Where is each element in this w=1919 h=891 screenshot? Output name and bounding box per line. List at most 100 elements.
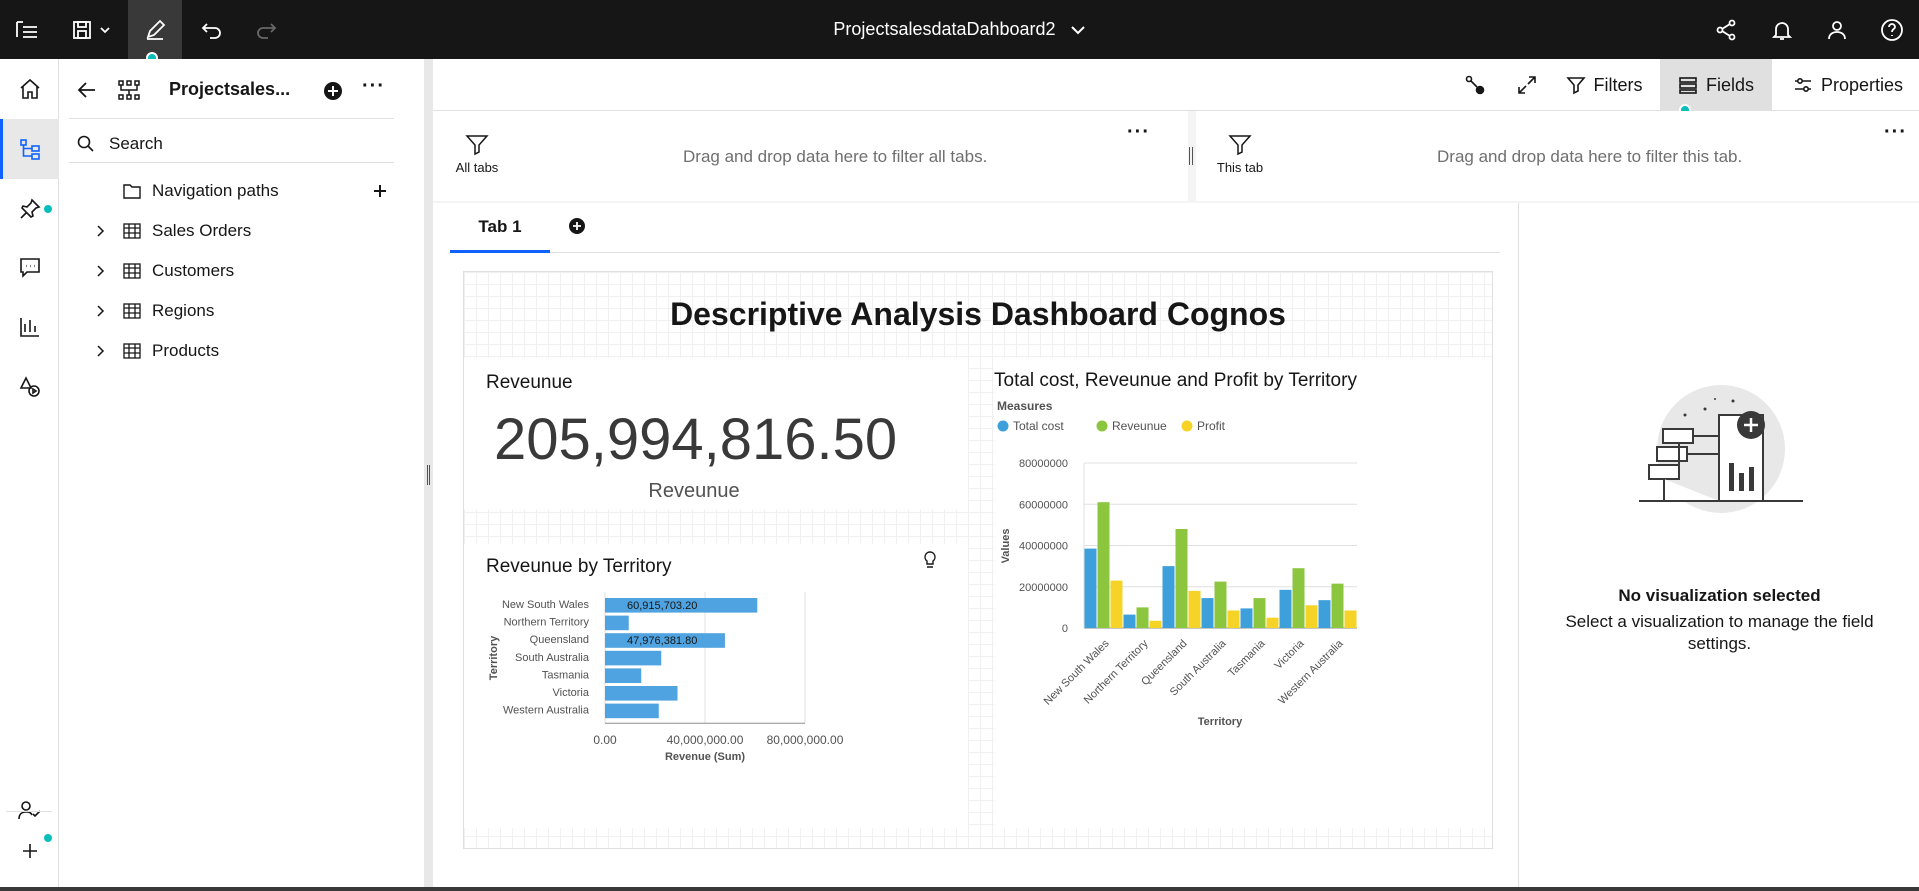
search-placeholder: Search: [109, 133, 163, 153]
edit-mode-button[interactable]: [128, 0, 182, 59]
kpi-widget[interactable]: Reveunue 205,994,816.50 Reveunue: [464, 358, 968, 510]
bar: [1214, 581, 1227, 628]
data-tree-icon[interactable]: [118, 80, 140, 100]
tree-item-sales-orders[interactable]: Sales Orders: [59, 213, 399, 249]
bar: [605, 615, 629, 631]
menu-button[interactable]: [8, 0, 48, 59]
lightbulb-icon[interactable]: [922, 550, 938, 570]
filter-icon: [1565, 77, 1586, 95]
data-sources-panel: Projectsales... ··· Search Navigation pa…: [59, 59, 424, 891]
visualizations-button[interactable]: [0, 297, 59, 357]
more-options-icon[interactable]: ···: [1127, 121, 1150, 144]
chevron-down-icon[interactable]: [1070, 24, 1086, 36]
home-button[interactable]: [0, 59, 59, 119]
x-tick-label: Western Australia: [1276, 637, 1346, 707]
splitter-handle[interactable]: [1189, 147, 1193, 165]
kpi-value: 205,994,816.50: [494, 407, 898, 472]
share-icon: [1716, 19, 1736, 40]
panel-splitter[interactable]: [424, 59, 433, 891]
filters-button[interactable]: Filters: [1555, 59, 1653, 111]
pins-indicator-dot: [42, 203, 54, 215]
properties-button[interactable]: Properties: [1783, 59, 1913, 111]
y-tick-label: Tasmania: [542, 669, 590, 681]
sliders-icon: [1794, 77, 1811, 93]
bar: [605, 686, 678, 701]
fields-button[interactable]: Fields: [1660, 59, 1772, 111]
y-tick-label: Victoria: [553, 687, 590, 699]
dashboard-toolbar: Filters Fields Properties: [433, 59, 1919, 116]
tree-item-customers[interactable]: Customers: [59, 253, 399, 289]
relationships-button[interactable]: [1453, 59, 1497, 111]
dashboard-title[interactable]: Descriptive Analysis Dashboard Cognos: [464, 272, 1492, 356]
notifications-button[interactable]: [1760, 0, 1804, 59]
tab-1[interactable]: Tab 1: [450, 203, 550, 253]
save-button[interactable]: [66, 0, 116, 59]
tree-item-label: Sales Orders: [152, 221, 252, 240]
dashboard-name[interactable]: ProjectsalesdataDahboard2: [833, 19, 1055, 40]
this-tab-filter-zone[interactable]: This tab Drag and drop data here to filt…: [1196, 111, 1919, 201]
x-tick-label: Tasmania: [1226, 637, 1268, 679]
widgets-button[interactable]: [0, 357, 59, 417]
tree-view-icon: [20, 139, 40, 160]
cost-revenue-profit-widget[interactable]: Total cost, Reveunue and Profit by Terri…: [994, 358, 1492, 828]
chevron-right-icon[interactable]: [96, 304, 106, 318]
more-options-icon[interactable]: ···: [1884, 121, 1907, 144]
add-button[interactable]: [0, 821, 59, 881]
tree-item-products[interactable]: Products: [59, 333, 399, 369]
bar: [1266, 617, 1279, 628]
filter-splitter[interactable]: [1188, 111, 1196, 201]
left-rail: [0, 59, 59, 891]
redo-button[interactable]: [246, 0, 286, 59]
tree-item-label: Customers: [152, 261, 235, 280]
all-tabs-filter-zone[interactable]: All tabs Drag and drop data here to filt…: [433, 111, 1188, 201]
plus-icon[interactable]: [372, 183, 388, 199]
panel-title: Projectsales...: [169, 79, 291, 99]
chevron-right-icon[interactable]: [96, 264, 106, 278]
add-tab-icon[interactable]: [568, 217, 586, 235]
data-label: 47,976,381.80: [627, 635, 697, 647]
help-button[interactable]: [1870, 0, 1914, 59]
bar: [1188, 590, 1201, 628]
splitter-handle[interactable]: [427, 465, 430, 485]
revenue-by-territory-widget[interactable]: Reveunue by Territory New South Wales 60,…: [464, 544, 968, 828]
fullscreen-button[interactable]: [1505, 59, 1549, 111]
bar: [1097, 502, 1110, 628]
y-axis-title: Territory: [488, 635, 500, 680]
folder-icon: [123, 184, 141, 199]
search-icon: [77, 135, 94, 152]
this-tab-filter: This tab: [1200, 133, 1280, 175]
filter-icon: [1228, 135, 1252, 156]
panel-header: Projectsales... ···: [59, 59, 424, 121]
chart-title: Reveunue by Territory: [486, 556, 672, 577]
tree-item-regions[interactable]: Regions: [59, 293, 399, 329]
chevron-right-icon[interactable]: [96, 224, 106, 238]
y-tick-label: 60000000: [1019, 499, 1068, 511]
back-arrow-icon[interactable]: [77, 81, 97, 99]
expand-icon: [1518, 76, 1536, 94]
share-button[interactable]: [1704, 0, 1748, 59]
data-sources-button[interactable]: [0, 119, 59, 179]
horizontal-bar-chart: New South Wales 60,915,703.20 Northern Ter…: [488, 592, 844, 763]
bar: [1331, 583, 1344, 628]
chevron-right-icon[interactable]: [96, 344, 106, 358]
y-tick-label: 0: [1062, 623, 1068, 635]
dashboard-canvas: Tab 1 Descriptive Analysis Dashboard Cog…: [433, 203, 1518, 891]
clustered-column-chart: Measures Total cost Reveunue Profit 0 2000000…: [997, 399, 1357, 728]
bar: [1110, 580, 1123, 628]
add-source-icon[interactable]: [323, 81, 343, 101]
main-area: Filters Fields Properties All tabs Drag …: [433, 59, 1919, 891]
filter-icon: [465, 135, 489, 156]
undo-button[interactable]: [192, 0, 232, 59]
legend-label: Profit: [1197, 419, 1226, 433]
tree-item-navigation-paths[interactable]: Navigation paths: [59, 173, 399, 209]
kpi-title: Reveunue: [486, 372, 573, 393]
bar: [1292, 568, 1305, 628]
app-title-bar: ProjectsalesdataDahboard2: [0, 0, 1919, 59]
more-options-icon[interactable]: ···: [362, 75, 385, 98]
assistant-button[interactable]: [0, 237, 59, 297]
redo-icon: [257, 22, 277, 39]
user-button[interactable]: [1815, 0, 1859, 59]
search-field[interactable]: Search: [69, 125, 394, 163]
data-label: 60,915,703.20: [627, 600, 697, 612]
fields-panel: No visualization selected Select a visua…: [1518, 203, 1919, 891]
